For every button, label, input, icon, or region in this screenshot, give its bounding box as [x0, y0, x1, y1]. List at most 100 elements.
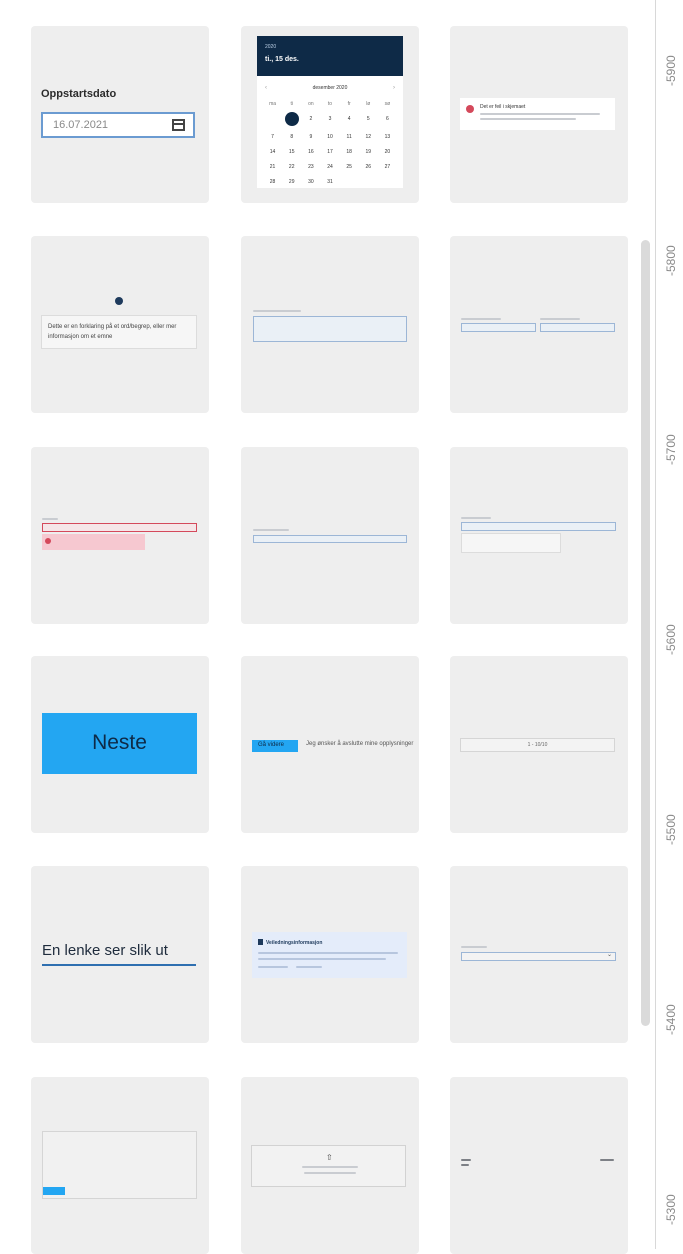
- next-button[interactable]: Neste: [42, 713, 197, 774]
- calendar-day[interactable]: 14: [263, 148, 282, 156]
- calendar-icon[interactable]: [172, 119, 185, 131]
- calendar-day[interactable]: 11: [340, 133, 359, 141]
- card-field-error[interactable]: [31, 447, 209, 624]
- tooltip-text: Dette er en forklaring på et ord/begrep,…: [48, 324, 177, 340]
- text-input[interactable]: [461, 522, 616, 531]
- calendar-day[interactable]: 12: [359, 133, 378, 141]
- calendar-day[interactable]: 27: [378, 163, 397, 171]
- date-field-label: Oppstartsdato: [41, 88, 117, 100]
- text-input-error[interactable]: [42, 523, 197, 532]
- cancel-link[interactable]: Jeg ønsker å avslutte mine opplysninger: [306, 741, 413, 747]
- summary-label: [461, 1159, 471, 1161]
- calendar-weekday: to: [327, 101, 333, 107]
- datepicker-body: ‹ desember 2020 › ma ti on to fr lø sø 1 2 3 4 5 6 7 8…: [257, 76, 403, 188]
- tooltip-trigger-icon[interactable]: [115, 297, 123, 305]
- card-two-fields[interactable]: [450, 236, 628, 413]
- field-label: [461, 946, 487, 948]
- calendar-day[interactable]: 6: [378, 115, 397, 126]
- calendar-weekday: sø: [384, 101, 391, 107]
- card-tooltip: Dette er en forklaring på et ord/begrep,…: [31, 236, 209, 413]
- card-error-summary: Det er feil i skjemaet: [450, 26, 628, 203]
- ruler-label: -5300: [664, 1194, 678, 1225]
- calendar-day[interactable]: 9: [301, 133, 320, 141]
- card-date-field[interactable]: Oppstartsdato 16.07.2021: [31, 26, 209, 203]
- card-text-field-wide[interactable]: [241, 236, 419, 413]
- date-input-value: 16.07.2021: [53, 119, 109, 131]
- text-input[interactable]: [253, 316, 407, 342]
- ruler-label: -5600: [664, 624, 678, 655]
- chevron-right-icon[interactable]: ›: [393, 85, 395, 91]
- card-pagination[interactable]: 1 - 10/10: [450, 656, 628, 833]
- select-input[interactable]: ⌄: [461, 952, 616, 961]
- info-panel-line: [258, 958, 386, 960]
- textarea[interactable]: [42, 1131, 197, 1199]
- card-datepicker[interactable]: 2020 ti., 15 des. ‹ desember 2020 › ma ti…: [241, 26, 419, 203]
- submit-button[interactable]: [43, 1187, 65, 1195]
- error-summary-line: [480, 118, 576, 120]
- text-input[interactable]: [253, 535, 407, 543]
- calendar-day[interactable]: 23: [301, 163, 320, 171]
- info-panel-line: [296, 966, 322, 968]
- component-grid: Oppstartsdato 16.07.2021 2020 ti., 15 de…: [0, 0, 655, 1254]
- calendar-day[interactable]: 22: [282, 163, 301, 171]
- date-input[interactable]: 16.07.2021: [41, 112, 195, 138]
- example-link[interactable]: En lenke ser slik ut: [42, 942, 168, 959]
- calendar-day[interactable]: 3: [320, 115, 339, 126]
- ruler-label: -5700: [664, 434, 678, 465]
- calendar-empty-cell: [263, 115, 282, 126]
- calendar-day[interactable]: 28: [263, 178, 282, 186]
- datepicker-grid: ma ti on to fr lø sø 1 2 3 4 5 6 7 8 9 10 11 12 13 14 15 16 17 1…: [263, 100, 397, 186]
- info-panel-line: [258, 952, 398, 954]
- calendar-day[interactable]: 25: [340, 163, 359, 171]
- ruler-label: -5800: [664, 245, 678, 276]
- datepicker-year: 2020: [265, 44, 277, 50]
- calendar-day[interactable]: 24: [320, 163, 339, 171]
- calendar-day[interactable]: 26: [359, 163, 378, 171]
- pagination[interactable]: 1 - 10/10: [460, 738, 615, 752]
- card-text-field[interactable]: [241, 447, 419, 624]
- card-primary-button[interactable]: Neste: [31, 656, 209, 833]
- field-error-message: [42, 534, 145, 550]
- card-field-help[interactable]: [450, 447, 628, 624]
- field-label: [461, 517, 491, 519]
- calendar-day[interactable]: 16: [301, 148, 320, 156]
- calendar-day[interactable]: 30: [301, 178, 320, 186]
- calendar-day[interactable]: 19: [359, 148, 378, 156]
- calendar-weekday: on: [308, 101, 314, 107]
- info-panel-line: [258, 966, 288, 968]
- calendar-day[interactable]: 2: [301, 115, 320, 126]
- file-upload-dropzone[interactable]: ⇧: [251, 1145, 406, 1187]
- scrollbar-thumb[interactable]: [641, 240, 650, 1026]
- calendar-day[interactable]: 13: [378, 133, 397, 141]
- calendar-day[interactable]: 18: [340, 148, 359, 156]
- card-select[interactable]: ⌄: [450, 866, 628, 1043]
- card-textarea[interactable]: [31, 1077, 209, 1254]
- calendar-day[interactable]: 17: [320, 148, 339, 156]
- tooltip-box: Dette er en forklaring på et ord/begrep,…: [41, 315, 197, 349]
- link-underline: [42, 964, 196, 966]
- card-file-upload[interactable]: ⇧: [241, 1077, 419, 1254]
- calendar-day[interactable]: 31: [320, 178, 339, 186]
- card-link[interactable]: En lenke ser slik ut: [31, 866, 209, 1043]
- calendar-day[interactable]: 15: [282, 148, 301, 156]
- info-panel: Veiledningsinformasjon: [252, 932, 407, 978]
- calendar-day[interactable]: 21: [263, 163, 282, 171]
- ruler-label: -5500: [664, 814, 678, 845]
- calendar-day[interactable]: 20: [378, 148, 397, 156]
- datepicker-selected-date: ti., 15 des.: [265, 56, 299, 63]
- vertical-ruler: -5900 -5800 -5700 -5600 -5500 -5400 -530…: [655, 0, 683, 1249]
- text-input[interactable]: [461, 323, 536, 332]
- calendar-day[interactable]: 29: [282, 178, 301, 186]
- error-icon: [45, 538, 51, 544]
- calendar-day[interactable]: 4: [340, 115, 359, 126]
- field-label: [42, 518, 58, 520]
- continue-button[interactable]: Gå videre: [252, 740, 298, 752]
- calendar-day[interactable]: 8: [282, 133, 301, 141]
- calendar-day[interactable]: 1: [284, 112, 299, 126]
- text-input[interactable]: [540, 323, 615, 332]
- calendar-day[interactable]: 10: [320, 133, 339, 141]
- summary-edit-link[interactable]: [600, 1159, 614, 1161]
- card-button-row[interactable]: Gå videre Jeg ønsker å avslutte mine opp…: [241, 656, 419, 833]
- calendar-day[interactable]: 5: [359, 115, 378, 126]
- calendar-day[interactable]: 7: [263, 133, 282, 141]
